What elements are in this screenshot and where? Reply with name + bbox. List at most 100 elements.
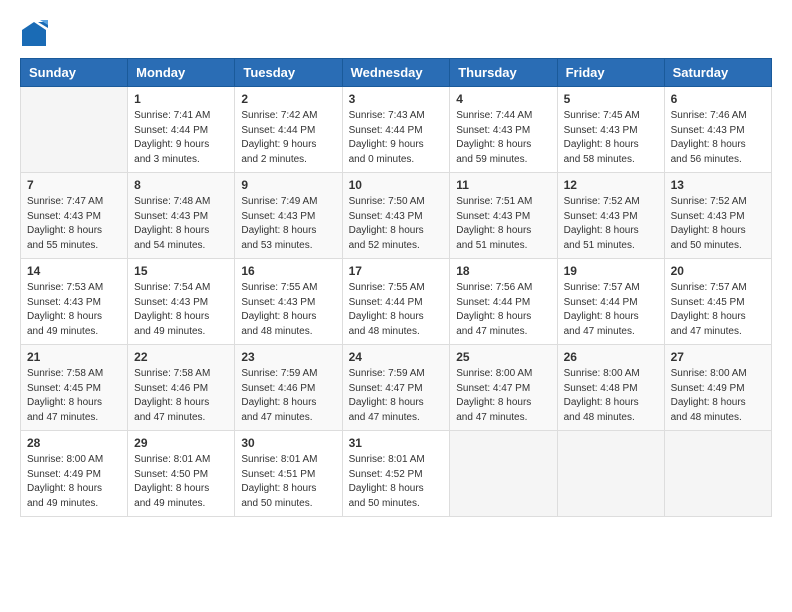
day-number: 13	[671, 178, 765, 192]
calendar-week-row: 21Sunrise: 7:58 AM Sunset: 4:45 PM Dayli…	[21, 345, 772, 431]
day-info: Sunrise: 7:49 AM Sunset: 4:43 PM Dayligh…	[241, 195, 335, 253]
day-number: 19	[564, 264, 658, 278]
day-info: Sunrise: 8:01 AM Sunset: 4:50 PM Dayligh…	[134, 453, 228, 511]
calendar-cell: 21Sunrise: 7:58 AM Sunset: 4:45 PM Dayli…	[21, 345, 128, 431]
calendar-cell: 31 Sunrise: 8:01 AM Sunset: 4:52 PM Dayli…	[342, 431, 450, 517]
day-info: Sunrise: 7:43 AM Sunset: 4:44 PM Dayligh…	[349, 109, 444, 167]
calendar-cell: 14 Sunrise: 7:53 AM Sunset: 4:43 PM Dayli…	[21, 259, 128, 345]
day-info: Sunrise: 7:46 AM Sunset: 4:43 PM Dayligh…	[671, 109, 765, 167]
day-number: 12	[564, 178, 658, 192]
calendar-cell	[21, 87, 128, 173]
day-number: 17	[349, 264, 444, 278]
calendar-cell: 1 Sunrise: 7:41 AM Sunset: 4:44 PM Daylig…	[128, 87, 235, 173]
calendar-cell: 12Sunrise: 7:52 AM Sunset: 4:43 PM Dayli…	[557, 173, 664, 259]
day-number: 16	[241, 264, 335, 278]
day-info: Sunrise: 7:53 AM Sunset: 4:43 PM Dayligh…	[27, 281, 121, 339]
day-info: Sunrise: 8:01 AM Sunset: 4:52 PM Dayligh…	[349, 453, 444, 511]
day-of-week-header: Friday	[557, 59, 664, 87]
calendar-cell: 18Sunrise: 7:56 AM Sunset: 4:44 PM Dayli…	[450, 259, 557, 345]
calendar-cell: 22Sunrise: 7:58 AM Sunset: 4:46 PM Dayli…	[128, 345, 235, 431]
day-number: 29	[134, 436, 228, 450]
day-number: 25	[456, 350, 550, 364]
day-info: Sunrise: 8:00 AM Sunset: 4:49 PM Dayligh…	[671, 367, 765, 425]
calendar-cell: 28 Sunrise: 8:00 AM Sunset: 4:49 PM Dayli…	[21, 431, 128, 517]
day-info: Sunrise: 7:45 AM Sunset: 4:43 PM Dayligh…	[564, 109, 658, 167]
calendar-week-row: 7Sunrise: 7:47 AM Sunset: 4:43 PM Daylig…	[21, 173, 772, 259]
day-info: Sunrise: 7:57 AM Sunset: 4:44 PM Dayligh…	[564, 281, 658, 339]
day-of-week-header: Thursday	[450, 59, 557, 87]
day-info: Sunrise: 7:50 AM Sunset: 4:43 PM Dayligh…	[349, 195, 444, 253]
calendar-cell: 3 Sunrise: 7:43 AM Sunset: 4:44 PM Daylig…	[342, 87, 450, 173]
day-number: 4	[456, 92, 550, 106]
day-of-week-header: Sunday	[21, 59, 128, 87]
day-number: 9	[241, 178, 335, 192]
day-number: 28	[27, 436, 121, 450]
day-info: Sunrise: 7:58 AM Sunset: 4:45 PM Dayligh…	[27, 367, 121, 425]
day-info: Sunrise: 7:51 AM Sunset: 4:43 PM Dayligh…	[456, 195, 550, 253]
calendar-cell	[557, 431, 664, 517]
day-info: Sunrise: 7:48 AM Sunset: 4:43 PM Dayligh…	[134, 195, 228, 253]
day-info: Sunrise: 7:56 AM Sunset: 4:44 PM Dayligh…	[456, 281, 550, 339]
day-of-week-header: Saturday	[664, 59, 771, 87]
day-of-week-header: Tuesday	[235, 59, 342, 87]
calendar-cell: 16 Sunrise: 7:55 AM Sunset: 4:43 PM Dayli…	[235, 259, 342, 345]
day-info: Sunrise: 7:42 AM Sunset: 4:44 PM Dayligh…	[241, 109, 335, 167]
day-of-week-header: Monday	[128, 59, 235, 87]
day-info: Sunrise: 8:00 AM Sunset: 4:48 PM Dayligh…	[564, 367, 658, 425]
calendar-week-row: 28 Sunrise: 8:00 AM Sunset: 4:49 PM Dayli…	[21, 431, 772, 517]
day-number: 10	[349, 178, 444, 192]
day-number: 23	[241, 350, 335, 364]
calendar-cell: 27 Sunrise: 8:00 AM Sunset: 4:49 PM Dayli…	[664, 345, 771, 431]
day-number: 15	[134, 264, 228, 278]
calendar-cell: 23 Sunrise: 7:59 AM Sunset: 4:46 PM Dayli…	[235, 345, 342, 431]
calendar-cell: 5 Sunrise: 7:45 AM Sunset: 4:43 PM Daylig…	[557, 87, 664, 173]
calendar-cell: 7Sunrise: 7:47 AM Sunset: 4:43 PM Daylig…	[21, 173, 128, 259]
day-info: Sunrise: 7:57 AM Sunset: 4:45 PM Dayligh…	[671, 281, 765, 339]
calendar-cell: 10 Sunrise: 7:50 AM Sunset: 4:43 PM Dayli…	[342, 173, 450, 259]
calendar-cell: 11 Sunrise: 7:51 AM Sunset: 4:43 PM Dayli…	[450, 173, 557, 259]
day-number: 11	[456, 178, 550, 192]
calendar-cell: 13 Sunrise: 7:52 AM Sunset: 4:43 PM Dayli…	[664, 173, 771, 259]
calendar-cell: 4Sunrise: 7:44 AM Sunset: 4:43 PM Daylig…	[450, 87, 557, 173]
calendar-cell: 2Sunrise: 7:42 AM Sunset: 4:44 PM Daylig…	[235, 87, 342, 173]
calendar-cell: 8 Sunrise: 7:48 AM Sunset: 4:43 PM Daylig…	[128, 173, 235, 259]
day-number: 22	[134, 350, 228, 364]
day-info: Sunrise: 7:41 AM Sunset: 4:44 PM Dayligh…	[134, 109, 228, 167]
calendar-cell: 26 Sunrise: 8:00 AM Sunset: 4:48 PM Dayli…	[557, 345, 664, 431]
day-info: Sunrise: 7:59 AM Sunset: 4:46 PM Dayligh…	[241, 367, 335, 425]
calendar-cell	[664, 431, 771, 517]
calendar-cell: 15Sunrise: 7:54 AM Sunset: 4:43 PM Dayli…	[128, 259, 235, 345]
days-of-week-row: SundayMondayTuesdayWednesdayThursdayFrid…	[21, 59, 772, 87]
day-info: Sunrise: 7:52 AM Sunset: 4:43 PM Dayligh…	[671, 195, 765, 253]
day-number: 24	[349, 350, 444, 364]
calendar-header: SundayMondayTuesdayWednesdayThursdayFrid…	[21, 59, 772, 87]
calendar-cell: 19 Sunrise: 7:57 AM Sunset: 4:44 PM Dayli…	[557, 259, 664, 345]
day-info: Sunrise: 7:59 AM Sunset: 4:47 PM Dayligh…	[349, 367, 444, 425]
day-number: 5	[564, 92, 658, 106]
day-info: Sunrise: 8:00 AM Sunset: 4:49 PM Dayligh…	[27, 453, 121, 511]
logo	[20, 20, 52, 48]
calendar-cell: 25 Sunrise: 8:00 AM Sunset: 4:47 PM Dayli…	[450, 345, 557, 431]
day-number: 1	[134, 92, 228, 106]
calendar-cell: 17Sunrise: 7:55 AM Sunset: 4:44 PM Dayli…	[342, 259, 450, 345]
day-info: Sunrise: 8:00 AM Sunset: 4:47 PM Dayligh…	[456, 367, 550, 425]
day-number: 31	[349, 436, 444, 450]
day-number: 26	[564, 350, 658, 364]
day-info: Sunrise: 8:01 AM Sunset: 4:51 PM Dayligh…	[241, 453, 335, 511]
day-number: 14	[27, 264, 121, 278]
day-number: 8	[134, 178, 228, 192]
day-number: 20	[671, 264, 765, 278]
day-info: Sunrise: 7:55 AM Sunset: 4:43 PM Dayligh…	[241, 281, 335, 339]
day-number: 3	[349, 92, 444, 106]
calendar-cell	[450, 431, 557, 517]
calendar-cell: 6 Sunrise: 7:46 AM Sunset: 4:43 PM Daylig…	[664, 87, 771, 173]
day-number: 27	[671, 350, 765, 364]
day-number: 30	[241, 436, 335, 450]
page-header	[20, 20, 772, 48]
day-number: 6	[671, 92, 765, 106]
calendar-week-row: 1 Sunrise: 7:41 AM Sunset: 4:44 PM Daylig…	[21, 87, 772, 173]
day-of-week-header: Wednesday	[342, 59, 450, 87]
logo-icon	[20, 20, 48, 48]
calendar-cell: 30 Sunrise: 8:01 AM Sunset: 4:51 PM Dayli…	[235, 431, 342, 517]
calendar-table: SundayMondayTuesdayWednesdayThursdayFrid…	[20, 58, 772, 517]
